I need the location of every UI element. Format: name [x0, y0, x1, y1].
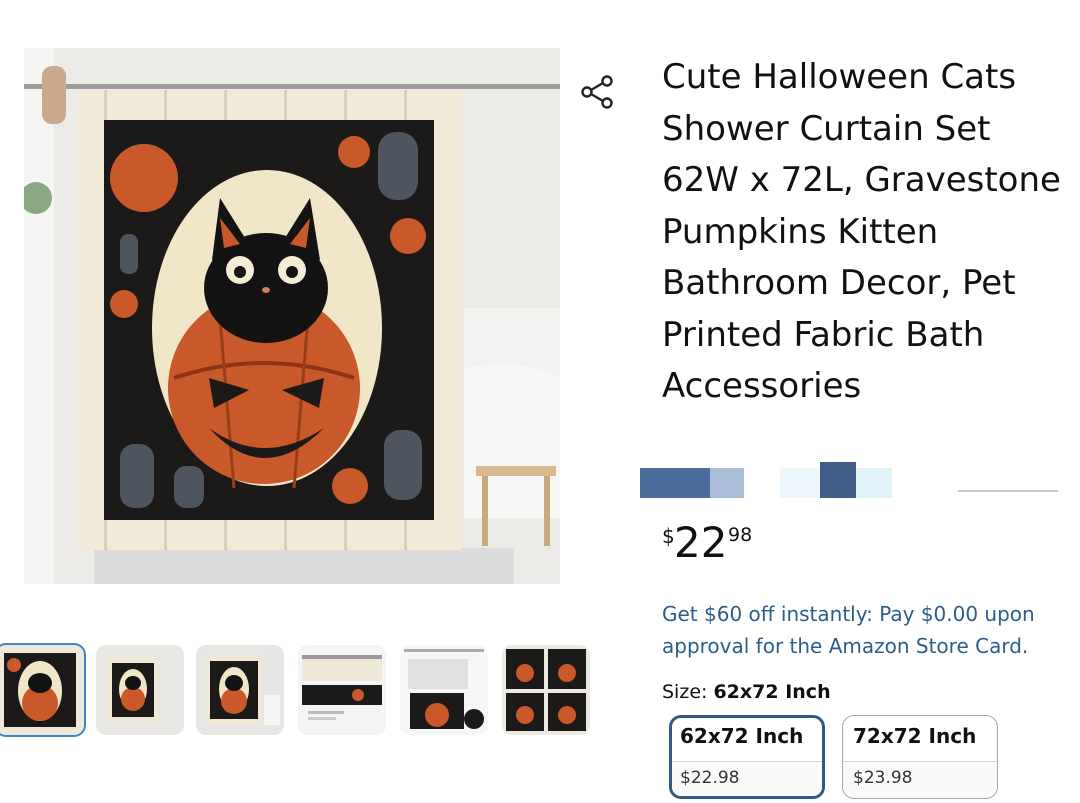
- size-option-72x72[interactable]: 72x72 Inch $23.98: [842, 715, 998, 799]
- size-option-price: $23.98: [843, 762, 997, 798]
- size-label: Size: 62x72 Inch: [662, 681, 831, 703]
- share-icon: [581, 75, 613, 109]
- thumbnail-5[interactable]: [400, 645, 488, 735]
- price-whole: 22: [674, 518, 728, 567]
- thumbnail-4[interactable]: [298, 645, 386, 735]
- size-option-label: 62x72 Inch: [672, 718, 822, 762]
- store-card-promo-link[interactable]: Get $60 off instantly: Pay $0.00 upon ap…: [662, 598, 1062, 662]
- size-option-62x72[interactable]: 62x72 Inch $22.98: [669, 715, 825, 799]
- product-title: Cute Halloween Cats Shower Curtain Set 6…: [662, 57, 1061, 406]
- price-symbol: $: [662, 524, 675, 548]
- size-option-price: $22.98: [672, 762, 822, 796]
- thumbnail-1[interactable]: [0, 643, 86, 737]
- thumbnail-2[interactable]: [96, 645, 184, 735]
- color-swatch-strip: [640, 462, 1058, 498]
- thumbnail-6[interactable]: [502, 645, 590, 735]
- size-option-label: 72x72 Inch: [843, 716, 997, 762]
- share-button[interactable]: [578, 72, 618, 112]
- product-main-image[interactable]: [24, 48, 560, 584]
- thumbnail-3[interactable]: [196, 645, 284, 735]
- size-label-prefix: Size:: [662, 681, 714, 703]
- price-fraction: 98: [728, 524, 753, 546]
- size-selected-value: 62x72 Inch: [713, 681, 831, 703]
